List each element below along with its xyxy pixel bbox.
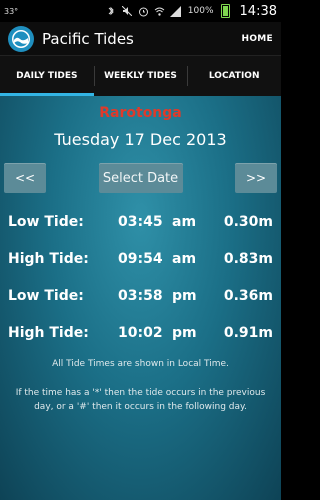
tide-height: 0.83m [223,250,273,267]
status-icons: 100% 14:38 [106,4,277,19]
tide-time: 03:45 [118,213,163,230]
daily-tides-panel: Rarotonga Tuesday 17 Dec 2013 << Select … [0,96,281,500]
local-time-note: All Tide Times are shown in Local Time. [52,359,229,369]
action-bar: Pacific Tides HOME [0,22,281,56]
app-title: Pacific Tides [42,29,134,48]
bluetooth-icon [106,6,117,17]
tab-daily-tides[interactable]: DAILY TIDES [0,56,94,96]
signal-icon [169,5,181,17]
current-date: Tuesday 17 Dec 2013 [54,130,227,149]
alarm-icon [138,6,149,17]
status-bar: 33° 100% 14:38 [0,0,281,22]
tab-bar: DAILY TIDES WEEKLY TIDES LOCATION [0,56,281,96]
battery-percent: 100% [187,6,214,16]
tide-time: 10:02 [118,324,163,341]
tide-time: 03:58 [118,287,163,304]
tide-type: High Tide: [8,250,89,267]
home-button[interactable]: HOME [242,34,274,44]
tide-type: Low Tide: [8,213,84,230]
tab-weekly-tides[interactable]: WEEKLY TIDES [93,56,188,96]
previous-day-button[interactable]: << [4,163,46,193]
mute-icon [122,6,133,17]
battery-icon [220,4,230,18]
tab-location[interactable]: LOCATION [187,56,281,96]
tide-height: 0.36m [223,287,273,304]
tide-ampm: pm [172,287,197,304]
tide-type: High Tide: [8,324,89,341]
tide-ampm: am [172,250,197,267]
tide-height: 0.30m [223,213,273,230]
status-left-text: 33° [4,6,19,16]
tide-row: High Tide: 09:54 am 0.83m [0,240,281,277]
tide-height: 0.91m [223,324,273,341]
tide-ampm: am [172,213,197,230]
wifi-icon [154,6,165,17]
date-navigation: << Select Date >> [0,163,281,193]
tide-ampm: pm [172,324,197,341]
location-name: Rarotonga [99,105,182,121]
tide-row: Low Tide: 03:58 pm 0.36m [0,277,281,314]
symbol-note: If the time has a '*' then the tide occu… [15,388,266,412]
tide-type: Low Tide: [8,287,84,304]
tide-row: High Tide: 10:02 pm 0.91m [0,314,281,351]
select-date-button[interactable]: Select Date [98,163,183,193]
app-logo-icon[interactable] [8,25,34,52]
clock: 14:38 [239,3,277,19]
tide-row: Low Tide: 03:45 am 0.30m [0,203,281,240]
tide-time: 09:54 [118,250,163,267]
tide-list: Low Tide: 03:45 am 0.30m High Tide: 09:5… [0,203,281,351]
next-day-button[interactable]: >> [235,163,277,193]
